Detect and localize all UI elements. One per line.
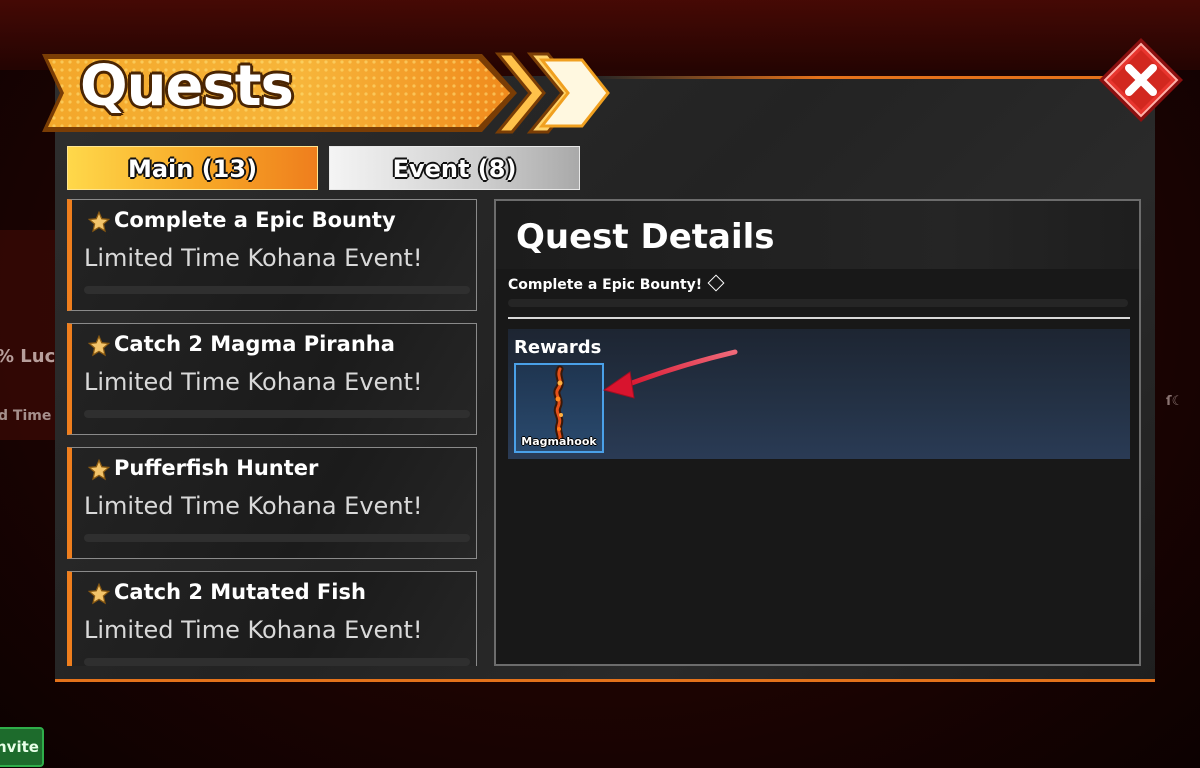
reward-item[interactable]: Magmahook xyxy=(514,363,604,453)
quest-details-header: Quest Details xyxy=(496,201,1139,269)
close-button[interactable] xyxy=(1097,36,1185,124)
quest-title: Pufferfish Hunter xyxy=(114,456,319,480)
quest-title: Complete a Epic Bounty xyxy=(114,208,396,232)
quest-item[interactable]: Complete a Epic Bounty Limited Time Koha… xyxy=(67,199,477,311)
reward-name: Magmahook xyxy=(521,435,597,448)
star-icon xyxy=(88,583,110,605)
background-right-text: ſ☾ xyxy=(1166,394,1184,409)
star-icon xyxy=(88,211,110,233)
quest-detail-progress-bar xyxy=(508,299,1128,307)
annotation-arrow xyxy=(602,349,738,399)
star-icon xyxy=(88,335,110,357)
tab-main[interactable]: Main (13) xyxy=(67,146,318,190)
quest-title: Catch 2 Magma Piranha xyxy=(114,332,395,356)
rewards-label: Rewards xyxy=(514,337,602,358)
quest-subtitle: Limited Time Kohana Event! xyxy=(84,492,423,520)
quest-item[interactable]: Catch 2 Magma Piranha Limited Time Kohan… xyxy=(67,323,477,435)
divider xyxy=(508,317,1130,319)
background-time-text: d Time xyxy=(0,408,52,424)
quest-subtitle: Limited Time Kohana Event! xyxy=(84,244,423,272)
quest-subtitle: Limited Time Kohana Event! xyxy=(84,616,423,644)
quest-progress-bar xyxy=(84,286,470,294)
quest-list[interactable]: Complete a Epic Bounty Limited Time Koha… xyxy=(67,199,478,666)
quest-item[interactable]: Catch 2 Mutated Fish Limited Time Kohana… xyxy=(67,571,477,666)
quest-item[interactable]: Pufferfish Hunter Limited Time Kohana Ev… xyxy=(67,447,477,559)
tab-event[interactable]: Event (8) xyxy=(329,146,580,190)
background-luck-text: % Luc xyxy=(0,346,56,367)
quest-progress-bar xyxy=(84,410,470,418)
quest-description-text: Complete a Epic Bounty! xyxy=(508,277,703,293)
quest-progress-bar xyxy=(84,658,470,666)
quest-title: Catch 2 Mutated Fish xyxy=(114,580,366,604)
quest-progress-bar xyxy=(84,534,470,542)
close-icon xyxy=(1099,38,1183,122)
invite-button[interactable]: nvite xyxy=(0,727,44,767)
quest-details-title: Quest Details xyxy=(516,217,775,257)
quest-description: Complete a Epic Bounty! xyxy=(508,274,725,293)
quest-subtitle: Limited Time Kohana Event! xyxy=(84,368,423,396)
diamond-icon xyxy=(707,274,725,292)
quest-details-panel: Quest Details Complete a Epic Bounty! Re… xyxy=(494,199,1141,666)
star-icon xyxy=(88,459,110,481)
window-title: Quests xyxy=(80,54,294,119)
